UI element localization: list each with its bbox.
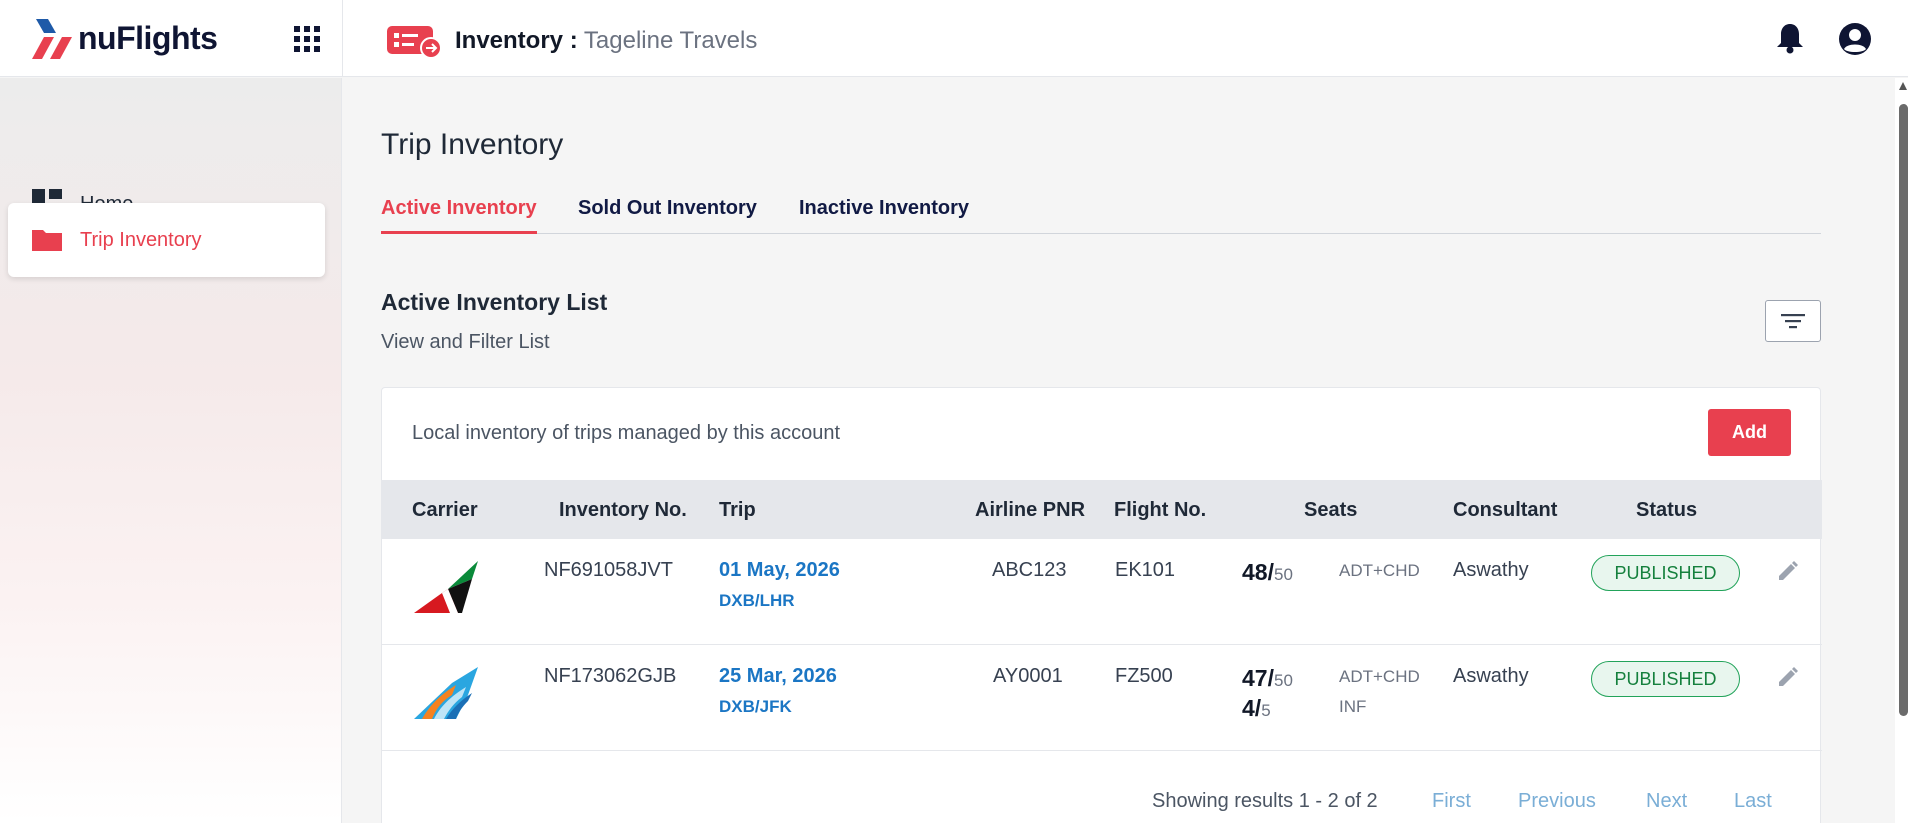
seats-available: 4/5 xyxy=(1242,695,1271,722)
tab-active-inventory[interactable]: Active Inventory xyxy=(381,188,537,234)
filter-button[interactable] xyxy=(1765,300,1821,342)
consultant-name: Aswathy xyxy=(1453,665,1529,687)
logo-text: nuFlights xyxy=(78,19,218,56)
add-button[interactable]: Add xyxy=(1708,409,1791,456)
seats-available: 48/50 xyxy=(1242,559,1293,586)
flight-number: FZ500 xyxy=(1115,665,1173,687)
apps-grid-icon[interactable] xyxy=(294,26,320,52)
seats-total: 5 xyxy=(1261,701,1271,720)
column-header-airline-pnr: Airline PNR xyxy=(975,499,1086,521)
bell-icon[interactable] xyxy=(1776,22,1804,54)
seats-total: 50 xyxy=(1273,565,1293,584)
filter-icon xyxy=(1781,314,1805,329)
column-header-status: Status xyxy=(1636,499,1698,521)
table-row[interactable]: NF691058JVT 01 May, 2026 DXB/LHR ABC123 … xyxy=(382,539,1822,645)
logo-mark-icon xyxy=(32,19,72,59)
card-description: Local inventory of trips managed by this… xyxy=(412,422,841,444)
trip-route[interactable]: DXB/LHR xyxy=(719,591,795,611)
scroll-up-arrow-icon[interactable] xyxy=(1899,82,1907,90)
inventory-card: Local inventory of trips managed by this… xyxy=(381,387,1822,823)
header-title: Inventory : Tageline Travels xyxy=(455,27,757,55)
passenger-type: ADT+CHD xyxy=(1339,667,1420,686)
airline-pnr: AY0001 xyxy=(993,665,1063,687)
nuflights-logo[interactable]: nuFlights xyxy=(30,16,218,60)
list-title: Active Inventory List xyxy=(381,289,608,315)
user-account-icon[interactable] xyxy=(1838,22,1872,56)
pagination-previous[interactable]: Previous xyxy=(1518,790,1596,813)
header-divider xyxy=(342,0,343,77)
seats-available-count: 48/ xyxy=(1242,559,1274,585)
flight-number: EK101 xyxy=(1115,559,1176,581)
consultant-name: Aswathy xyxy=(1453,559,1529,581)
sidebar: Home Trip Inventory xyxy=(0,78,342,823)
header-title-label: Inventory : xyxy=(455,27,578,54)
column-header-flight-no: Flight No. xyxy=(1114,499,1207,521)
table-header: Carrier Inventory No. Trip Airline PNR F… xyxy=(382,480,1822,539)
passenger-type: ADT+CHD xyxy=(1339,561,1420,580)
column-header-carrier: Carrier xyxy=(412,499,478,521)
status-badge: PUBLISHED xyxy=(1591,555,1740,591)
inventory-number[interactable]: NF691058JVT xyxy=(544,559,673,582)
trip-date[interactable]: 25 Mar, 2026 xyxy=(719,665,837,688)
tab-sold-out-inventory[interactable]: Sold Out Inventory xyxy=(578,188,757,234)
sidebar-item-trip-inventory[interactable]: Trip Inventory xyxy=(8,203,325,277)
seats-total: 50 xyxy=(1273,671,1293,690)
pagination-first[interactable]: First xyxy=(1432,790,1471,813)
inventory-number[interactable]: NF173062GJB xyxy=(544,665,676,688)
passenger-type: INF xyxy=(1339,697,1367,716)
column-header-trip: Trip xyxy=(719,499,756,521)
seats-available-count: 4/ xyxy=(1242,695,1262,721)
seats-available: 47/50 xyxy=(1242,665,1293,692)
header-account-name: Tageline Travels xyxy=(583,27,758,54)
inventory-tabs: Active Inventory Sold Out Inventory Inac… xyxy=(381,188,1821,234)
edit-pencil-icon[interactable] xyxy=(1776,665,1800,689)
column-header-consultant: Consultant xyxy=(1453,499,1558,521)
flydubai-logo xyxy=(414,667,478,719)
list-subtitle: View and Filter List xyxy=(381,331,550,353)
ticket-icon xyxy=(387,26,441,58)
column-header-seats: Seats xyxy=(1304,499,1358,521)
scrollbar-thumb[interactable] xyxy=(1899,104,1908,716)
folder-icon xyxy=(32,230,62,251)
pagination-info: Showing results 1 - 2 of 2 xyxy=(1152,790,1378,812)
pagination-last[interactable]: Last xyxy=(1734,790,1772,813)
status-badge: PUBLISHED xyxy=(1591,661,1740,697)
edit-pencil-icon[interactable] xyxy=(1776,559,1800,583)
airline-pnr: ABC123 xyxy=(992,559,1067,581)
top-bar: nuFlights Inventory : Tageline Travels xyxy=(0,0,1908,77)
tab-inactive-inventory[interactable]: Inactive Inventory xyxy=(799,188,969,234)
column-header-inventory-no: Inventory No. xyxy=(559,499,687,521)
sidebar-item-label: Trip Inventory xyxy=(80,228,202,251)
trip-route[interactable]: DXB/JFK xyxy=(719,697,792,717)
emirates-logo xyxy=(414,561,478,613)
pagination-next[interactable]: Next xyxy=(1646,790,1687,813)
page-title: Trip Inventory xyxy=(381,128,564,161)
table-row[interactable]: NF173062GJB 25 Mar, 2026 DXB/JFK AY0001 … xyxy=(382,645,1822,751)
seats-available-count: 47/ xyxy=(1242,665,1274,691)
trip-date[interactable]: 01 May, 2026 xyxy=(719,559,840,582)
